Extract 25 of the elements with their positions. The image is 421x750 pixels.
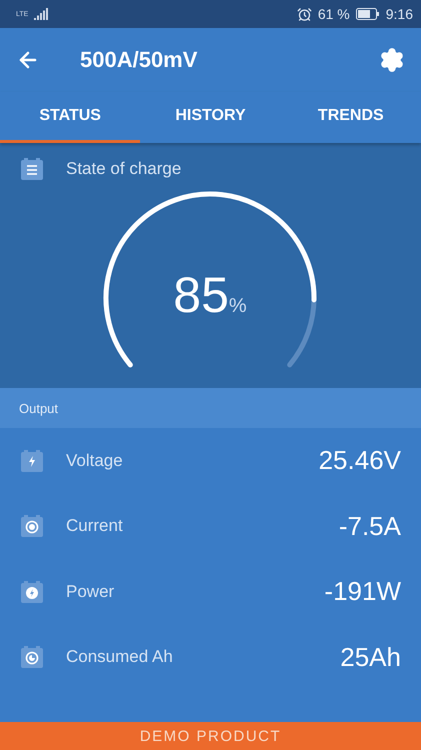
lightning-icon — [20, 448, 44, 473]
device-title: 500A/50mV — [80, 47, 198, 73]
settings-button[interactable] — [379, 47, 405, 73]
battery-percent: 61 % — [318, 6, 350, 22]
tab[interactable]: TRENDS — [280, 92, 421, 143]
row-label: Consumed Ah — [66, 647, 173, 668]
alarm-icon — [296, 6, 312, 22]
battery-icon — [356, 8, 380, 20]
signal-icon — [34, 8, 48, 20]
tab[interactable]: HISTORY — [140, 92, 281, 143]
banner-text: DEMO PRODUCT — [140, 728, 282, 744]
row-value: 25.46V — [318, 445, 401, 476]
charge-value: 85 — [173, 266, 229, 324]
row-value: -191W — [324, 576, 401, 608]
row-label: Voltage — [66, 450, 123, 471]
section-header: Output — [19, 400, 58, 416]
row-value: -7.5A — [338, 510, 401, 542]
row-label: Power — [66, 582, 114, 602]
section-title: State of charge — [66, 159, 182, 179]
target-icon — [20, 514, 44, 538]
row-label: Current — [66, 516, 123, 536]
charge-unit: % — [228, 295, 247, 318]
row-value: 25Ah — [340, 642, 401, 673]
list-icon — [20, 157, 44, 181]
clock-time: 9:16 — [386, 6, 413, 22]
